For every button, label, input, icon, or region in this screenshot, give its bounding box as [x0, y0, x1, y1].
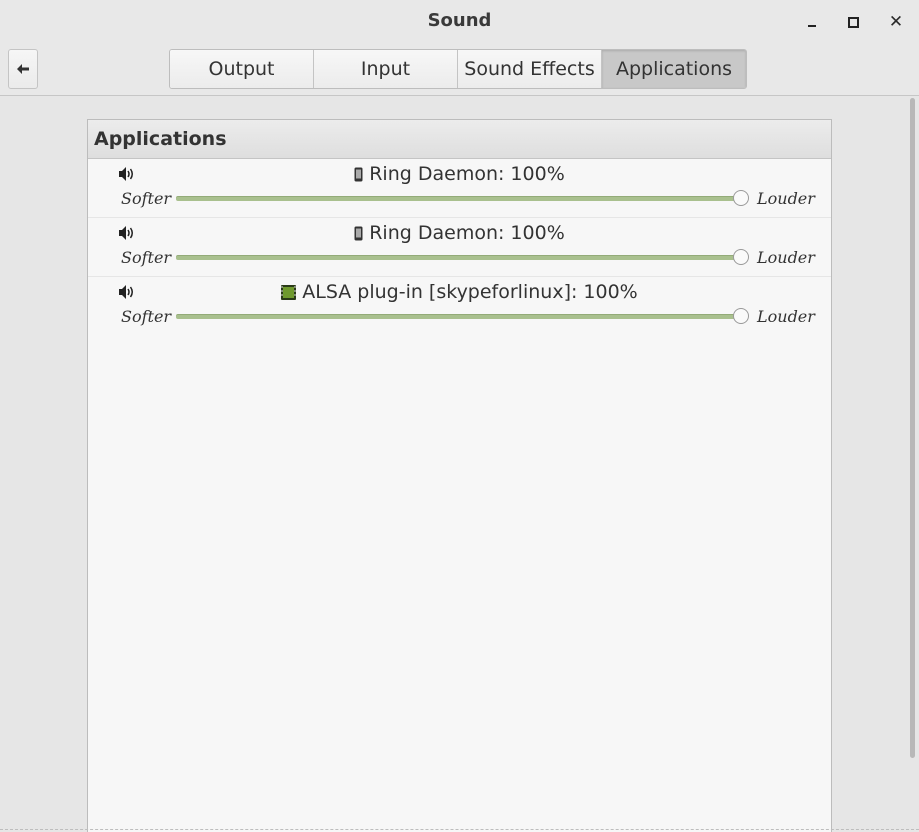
back-arrow-icon — [17, 64, 29, 74]
phone-icon — [354, 167, 363, 182]
volume-slider-handle[interactable] — [733, 308, 749, 324]
close-button[interactable]: ✕ — [884, 10, 908, 34]
window-title: Sound — [427, 10, 492, 31]
louder-label: Louder — [757, 248, 815, 267]
volume-slider-handle[interactable] — [733, 190, 749, 206]
title-bar: Sound ✕ — [0, 0, 919, 44]
louder-label: Louder — [757, 189, 815, 208]
media-icon — [281, 285, 297, 300]
app-name: ALSA plug-in [skypeforlinux]: 100% — [302, 281, 638, 303]
volume-slider-track[interactable] — [176, 255, 742, 260]
sound-window: Sound ✕ Output Input Sound Effects Appli… — [0, 0, 919, 832]
maximize-icon — [847, 16, 859, 28]
maximize-button[interactable] — [841, 10, 865, 34]
app-name-label: Ring Daemon: 100% — [88, 163, 831, 185]
phone-icon — [354, 226, 363, 241]
app-row: Ring Daemon: 100% Softer Louder — [88, 218, 831, 277]
panel-title: Applications — [88, 120, 831, 159]
volume-slider-handle[interactable] — [733, 249, 749, 265]
app-name-label: Ring Daemon: 100% — [88, 222, 831, 244]
app-row: Ring Daemon: 100% Softer Louder — [88, 159, 831, 218]
tab-input[interactable]: Input — [314, 50, 458, 88]
app-name: Ring Daemon: 100% — [369, 222, 565, 244]
softer-label: Softer — [121, 189, 172, 208]
softer-label: Softer — [121, 307, 172, 326]
tab-applications[interactable]: Applications — [602, 50, 746, 88]
volume-slider-track[interactable] — [176, 196, 742, 201]
close-icon: ✕ — [888, 11, 904, 32]
applications-panel: Applications Ring Daemon: 100% Softer Lo… — [87, 119, 832, 832]
app-name-label: ALSA plug-in [skypeforlinux]: 100% — [88, 281, 831, 303]
tab-output[interactable]: Output — [170, 50, 314, 88]
minimize-icon — [808, 25, 816, 27]
app-name: Ring Daemon: 100% — [369, 163, 565, 185]
volume-slider-track[interactable] — [176, 314, 742, 319]
tab-bar: Output Input Sound Effects Applications — [169, 49, 747, 89]
minimize-button[interactable] — [800, 10, 824, 34]
app-row: ALSA plug-in [skypeforlinux]: 100% Softe… — [88, 277, 831, 335]
louder-label: Louder — [757, 307, 815, 326]
softer-label: Softer — [121, 248, 172, 267]
back-button[interactable] — [8, 49, 38, 89]
vertical-scrollbar[interactable] — [910, 98, 915, 758]
tab-sound-effects[interactable]: Sound Effects — [458, 50, 602, 88]
